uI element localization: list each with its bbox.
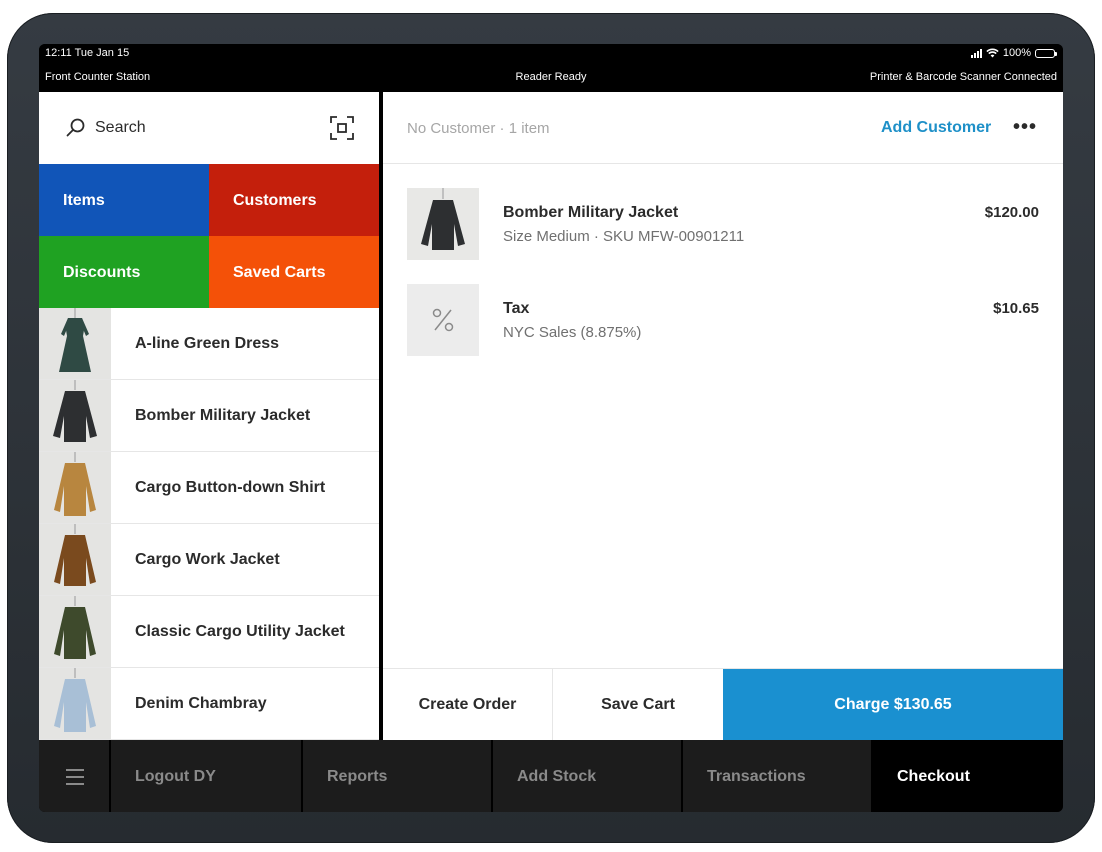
dress-thumbnail — [39, 308, 111, 379]
status-time: 12:11 Tue Jan 15 — [45, 47, 130, 59]
save-cart-button[interactable]: Save Cart — [553, 669, 723, 741]
tile-customers[interactable]: Customers — [209, 164, 379, 236]
tax-title: Tax — [503, 300, 530, 317]
shirt-thumbnail — [39, 452, 111, 523]
logout-button[interactable]: Logout DY — [111, 740, 303, 812]
pos-screen: 12:11 Tue Jan 15 100% Front Counter Stat… — [39, 44, 1063, 812]
list-item[interactable]: Classic Cargo Utility Jacket — [39, 596, 379, 668]
status-indicators: 100% — [970, 47, 1057, 59]
wifi-icon — [986, 48, 999, 58]
cart-actions: Create Order Save Cart Charge $130.65 — [383, 668, 1063, 741]
search-bar[interactable]: Search — [39, 92, 379, 164]
nav-transactions[interactable]: Transactions — [683, 740, 873, 812]
tile-items[interactable]: Items — [39, 164, 209, 236]
jacket-thumbnail — [407, 188, 479, 260]
cart-tax-line[interactable]: Tax NYC Sales (8.875%) $10.65 — [407, 284, 1039, 356]
item-list: A-line Green Dress Bomber Military Jacke… — [39, 308, 379, 740]
list-item[interactable]: Denim Chambray — [39, 668, 379, 740]
tax-amount: $10.65 — [993, 300, 1039, 317]
list-item[interactable]: Bomber Military Jacket — [39, 380, 379, 452]
list-item[interactable]: Cargo Work Jacket — [39, 524, 379, 596]
bottom-nav: Logout DY Reports Add Stock Transactions… — [39, 740, 1063, 812]
line-item-detail: Size Medium · SKU MFW-00901211 — [503, 228, 745, 245]
add-customer-button[interactable]: Add Customer — [881, 119, 991, 137]
item-name: Cargo Work Jacket — [135, 551, 280, 568]
cart-line-item[interactable]: Bomber Military Jacket Size Medium · SKU… — [407, 188, 1039, 260]
line-item-price: $120.00 — [984, 204, 1039, 221]
tile-discounts[interactable]: Discounts — [39, 236, 209, 308]
cart-panel: No Customer · 1 item Add Customer ••• Bo… — [383, 92, 1063, 741]
cart-header: No Customer · 1 item Add Customer ••• — [383, 92, 1063, 164]
battery-percent: 100% — [1002, 47, 1031, 59]
list-item[interactable]: A-line Green Dress — [39, 308, 379, 380]
jacket-thumbnail — [39, 524, 111, 595]
more-options-icon[interactable]: ••• — [1013, 116, 1037, 139]
shirt-thumbnail — [39, 668, 111, 739]
category-tiles: Items Customers Discounts Saved Carts — [39, 164, 379, 308]
line-item-title: Bomber Military Jacket — [503, 204, 679, 221]
nav-reports[interactable]: Reports — [303, 740, 493, 812]
hamburger-icon — [66, 769, 84, 790]
jacket-thumbnail — [39, 380, 111, 451]
devices-status: Printer & Barcode Scanner Connected — [869, 71, 1057, 83]
item-name: Classic Cargo Utility Jacket — [135, 623, 345, 640]
charge-button[interactable]: Charge $130.65 — [723, 669, 1063, 741]
search-label: Search — [95, 119, 146, 136]
item-name: A-line Green Dress — [135, 335, 280, 352]
nav-add-stock[interactable]: Add Stock — [493, 740, 683, 812]
battery-icon — [1035, 48, 1057, 58]
percent-icon — [407, 284, 479, 356]
jacket-thumbnail — [39, 596, 111, 667]
menu-button[interactable] — [39, 740, 111, 812]
tax-detail: NYC Sales (8.875%) — [503, 324, 642, 341]
search-icon — [66, 118, 85, 137]
item-name: Bomber Military Jacket — [135, 407, 311, 424]
item-name: Cargo Button-down Shirt — [135, 479, 326, 496]
customer-status: No Customer · 1 item — [407, 120, 550, 137]
tile-saved-carts[interactable]: Saved Carts — [209, 236, 379, 308]
signal-icon — [970, 48, 982, 58]
barcode-scan-icon[interactable] — [330, 116, 354, 140]
status-bar: 12:11 Tue Jan 15 100% Front Counter Stat… — [39, 44, 1063, 92]
list-item[interactable]: Cargo Button-down Shirt — [39, 452, 379, 524]
create-order-button[interactable]: Create Order — [383, 669, 553, 741]
item-name: Denim Chambray — [135, 695, 267, 712]
library-panel: Search Items Customers Discounts Saved C… — [39, 92, 379, 740]
nav-checkout[interactable]: Checkout — [873, 740, 1063, 812]
